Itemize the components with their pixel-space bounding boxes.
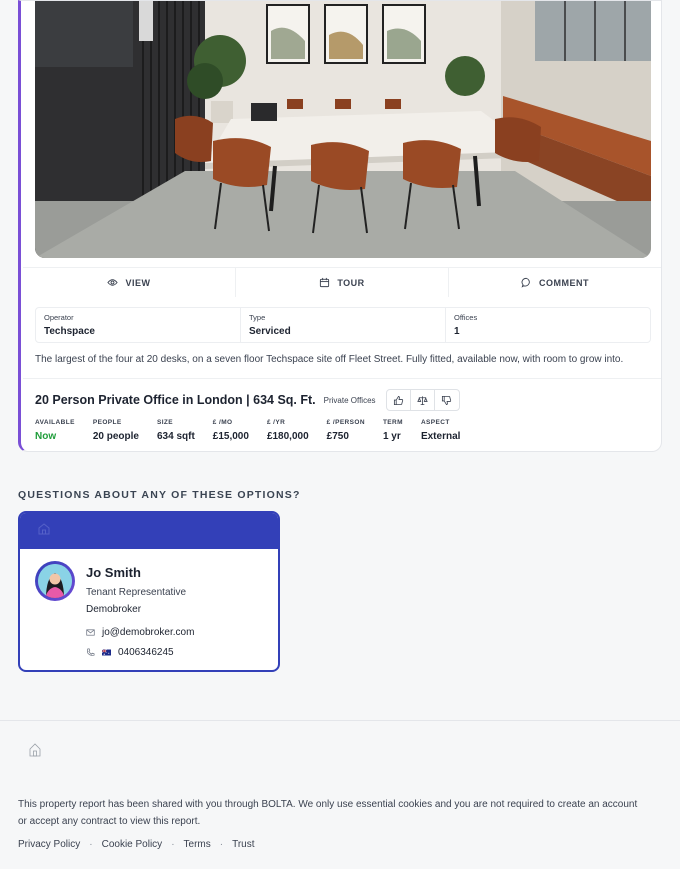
stat-label: SIZE (156, 419, 174, 426)
stat-yearly: £ /YR £180,000 (267, 419, 309, 442)
view-button[interactable]: VIEW (23, 268, 236, 297)
category-tag: Private Offices (323, 395, 376, 405)
stat-label: ASPECT (420, 419, 450, 426)
australia-flag-icon (102, 649, 111, 656)
broker-logo-icon (38, 523, 50, 535)
separator: · (171, 839, 175, 850)
stat-available: AVAILABLE Now (35, 419, 75, 442)
listing-card: VIEW TOUR COMMENT Operator Techspace Typ… (18, 0, 662, 452)
listing-stats: AVAILABLE Now PEOPLE 20 people SIZE 634 … (35, 419, 478, 442)
comment-button[interactable]: COMMENT (449, 268, 661, 297)
listing-actions: VIEW TOUR COMMENT (23, 267, 661, 297)
office-photo[interactable] (35, 1, 651, 258)
tour-button[interactable]: TOUR (236, 268, 449, 297)
contact-phone-text: 0406346245 (118, 647, 174, 658)
fact-label: Operator (44, 313, 74, 322)
contact-card: Jo Smith Tenant Representative Demobroke… (18, 511, 280, 672)
fact-value: Serviced (249, 326, 291, 337)
stat-value: £15,000 (212, 431, 249, 442)
contact-role: Tenant Representative (86, 587, 187, 598)
cookie-policy-link[interactable]: Cookie Policy (102, 839, 163, 850)
demo-property-logo (19, 738, 51, 764)
stat-label: £ /YR (266, 419, 286, 426)
fact-value: 1 (454, 326, 460, 337)
calendar-icon (320, 277, 330, 288)
footer-divider (0, 720, 680, 721)
stat-value: 634 sqft (156, 431, 195, 442)
stat-size: SIZE 634 sqft (157, 419, 195, 442)
contact-email-text: jo@demobroker.com (102, 627, 195, 638)
stat-value: External (420, 431, 461, 442)
fact-type: Type Serviced (241, 308, 446, 342)
listing-title: 20 Person Private Office in London | 634… (35, 393, 316, 407)
thumbs-up-icon (393, 395, 403, 405)
contact-name: Jo Smith (86, 565, 141, 580)
view-label: VIEW (125, 277, 151, 288)
stat-value: £750 (326, 431, 349, 442)
stat-value: 20 people (92, 431, 139, 442)
stat-per-person: £ /PERSON £750 (327, 419, 365, 442)
contact-card-header (20, 513, 278, 549)
divider (23, 378, 661, 379)
footer-notice: This property report has been shared wit… (18, 799, 638, 827)
scale-icon (416, 395, 428, 405)
stat-monthly: £ /MO £15,000 (213, 419, 249, 442)
stat-people: PEOPLE 20 people (93, 419, 139, 442)
tour-label: TOUR (337, 277, 365, 288)
fact-label: Offices (454, 313, 478, 322)
trust-link[interactable]: Trust (232, 839, 254, 850)
fact-operator: Operator Techspace (36, 308, 241, 342)
stat-label: £ /PERSON (326, 419, 365, 426)
footer-links: Privacy Policy · Cookie Policy · Terms ·… (18, 839, 255, 850)
terms-link[interactable]: Terms (184, 839, 211, 850)
fact-value: Techspace (44, 326, 95, 337)
stat-label: AVAILABLE (35, 419, 75, 426)
listing-title-row: 20 Person Private Office in London | 634… (35, 389, 460, 411)
dislike-button[interactable] (435, 390, 459, 410)
fact-label: Type (249, 313, 266, 322)
stat-value: 1 yr (382, 431, 401, 442)
like-button[interactable] (387, 390, 411, 410)
contact-phone[interactable]: 0406346245 (86, 647, 174, 658)
privacy-policy-link[interactable]: Privacy Policy (18, 839, 80, 850)
stat-aspect: ASPECT External (421, 419, 460, 442)
mail-icon (86, 629, 95, 636)
fact-offices: Offices 1 (446, 308, 650, 342)
compare-button[interactable] (411, 390, 435, 410)
listing-description: The largest of the four at 20 desks, on … (35, 354, 624, 365)
contact-email[interactable]: jo@demobroker.com (86, 627, 194, 638)
phone-icon (87, 648, 95, 656)
vote-group (385, 389, 460, 411)
avatar (35, 561, 75, 601)
stat-term: TERM 1 yr (383, 419, 403, 442)
listing-facts: Operator Techspace Type Serviced Offices… (35, 307, 651, 343)
stat-value: £180,000 (266, 431, 309, 442)
separator: · (219, 839, 224, 850)
comment-icon (521, 277, 530, 288)
eye-icon (107, 279, 119, 286)
stat-label: PEOPLE (92, 419, 122, 426)
comment-label: COMMENT (539, 277, 589, 288)
stat-value: Now (35, 431, 57, 442)
thumbs-down-icon (441, 395, 452, 405)
separator: · (89, 839, 93, 850)
stat-label: TERM (382, 419, 403, 426)
contact-company: Demobroker (86, 604, 142, 615)
questions-heading: QUESTIONS ABOUT ANY OF THESE OPTIONS? (18, 489, 301, 501)
stat-label: £ /MO (212, 419, 233, 426)
